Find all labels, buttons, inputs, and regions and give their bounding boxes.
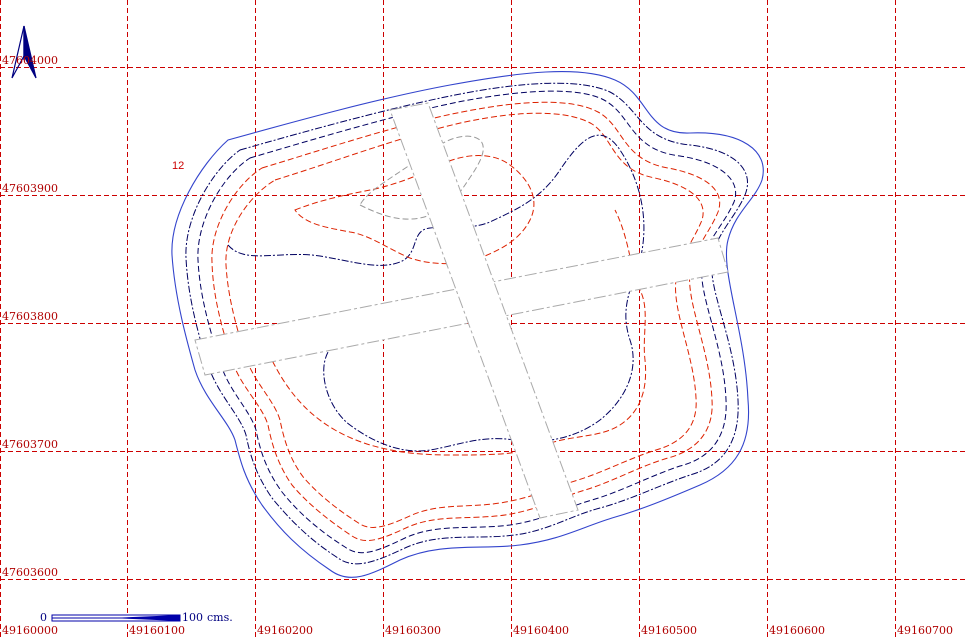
annotation-label: 12 xyxy=(172,160,184,172)
y-label: 47603900 xyxy=(2,182,58,195)
x-label: 49160500 xyxy=(641,624,697,637)
map-viewer[interactable]: 47604000 47603900 47603800 47603700 4760… xyxy=(0,0,968,639)
x-label: 49160100 xyxy=(129,624,185,637)
x-label: 49160300 xyxy=(385,624,441,637)
scale-start-label: 0 xyxy=(40,611,47,624)
scale-unit-label: cms. xyxy=(207,611,233,624)
x-label: 49160400 xyxy=(513,624,569,637)
x-label: 49160600 xyxy=(769,624,825,637)
scale-end-label: 100 xyxy=(182,611,203,624)
x-label: 49160200 xyxy=(257,624,313,637)
y-label: 47603800 xyxy=(2,310,58,323)
y-label: 47603600 xyxy=(2,566,58,579)
label-overlay: 47604000 47603900 47603800 47603700 4760… xyxy=(2,25,953,637)
scale-bar: 0 100 cms. xyxy=(40,611,233,624)
x-label: 49160700 xyxy=(897,624,953,637)
x-label: 49160000 xyxy=(2,624,58,637)
north-arrow-icon xyxy=(11,25,37,79)
y-label: 47603700 xyxy=(2,438,58,451)
y-label: 47604000 xyxy=(2,54,58,67)
